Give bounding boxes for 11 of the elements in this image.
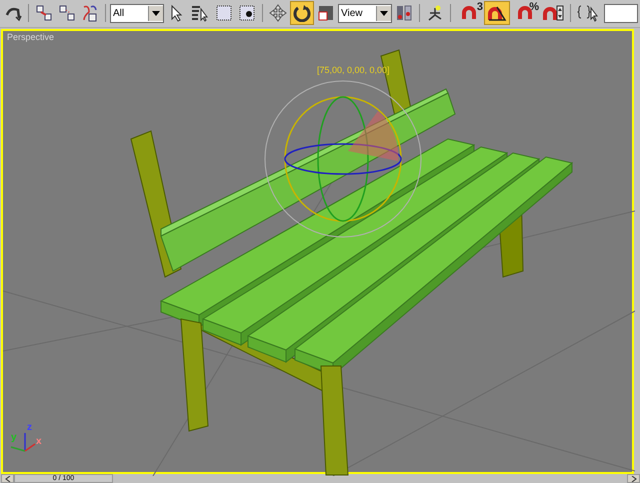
named-selection-field[interactable] <box>604 4 638 23</box>
axis-label: z <box>27 422 32 433</box>
selection-filter-dropdown[interactable]: All <box>110 4 164 23</box>
axis-label: x <box>36 436 42 447</box>
previous-frame-icon[interactable] <box>1 474 14 483</box>
axis-label: y <box>11 432 17 443</box>
coordinate-system-dropdown[interactable]: View <box>338 4 392 23</box>
axis-tripod-icon <box>10 432 36 452</box>
rotate-icon[interactable] <box>290 1 314 26</box>
angle-snap-icon[interactable] <box>484 1 510 26</box>
next-frame-icon[interactable] <box>627 474 640 483</box>
